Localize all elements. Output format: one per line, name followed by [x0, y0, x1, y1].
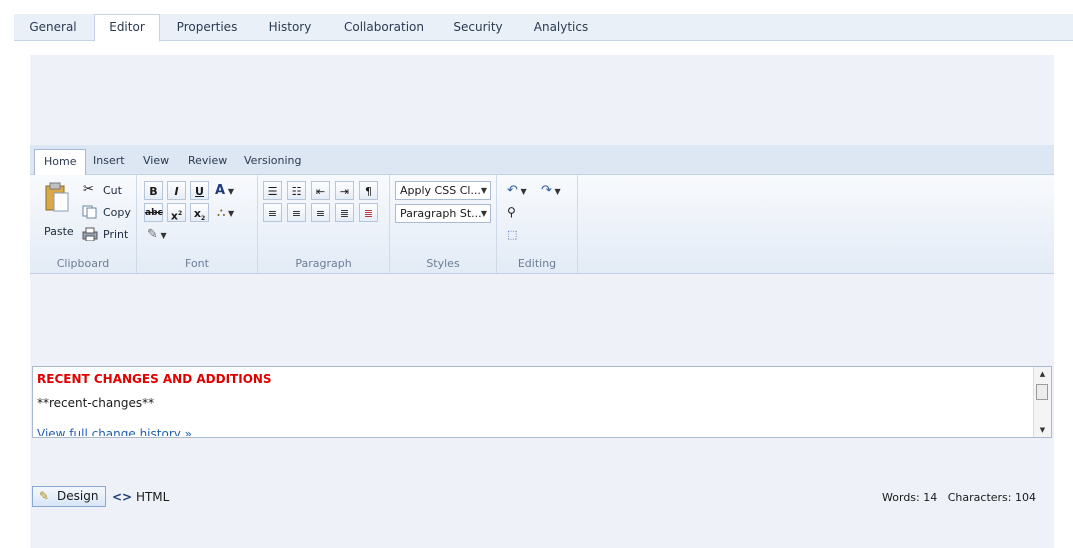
ribbon-tab-versioning[interactable]: Versioning	[235, 149, 310, 173]
change-history-link[interactable]: View full change history »	[37, 427, 192, 436]
pencil-icon: ✎	[39, 489, 50, 503]
clipboard-group-label: Clipboard	[56, 257, 110, 270]
align-left-icon[interactable]: ≡	[263, 203, 282, 222]
tab-properties[interactable]: Properties	[170, 14, 244, 40]
scroll-up-icon[interactable]: ▲	[1034, 367, 1051, 381]
word-count: Words: 14	[882, 491, 938, 504]
strikethrough-button[interactable]: abc	[144, 203, 163, 222]
word-count-status: Words: 14 Characters: 104	[882, 491, 1036, 504]
tab-history[interactable]: History	[260, 14, 320, 40]
cut-icon: ✂	[83, 182, 94, 197]
paragraph-group-label: Paragraph	[295, 257, 352, 270]
font-group-label: Font	[185, 257, 209, 270]
tab-analytics[interactable]: Analytics	[526, 14, 596, 40]
paste-button[interactable]: Paste	[44, 225, 74, 238]
html-mode-button[interactable]: <> HTML	[112, 488, 169, 506]
clipboard-group: Paste ✂ Cut Copy Print Clipboard	[30, 175, 137, 273]
paragraph-group: ☰ ☷ ⇤ ⇥ ¶ ≡ ≡ ≡ ≣ ≣ Paragraph	[258, 175, 390, 273]
align-right-icon[interactable]: ≡	[311, 203, 330, 222]
italic-button[interactable]: I	[167, 181, 186, 200]
editor-panel: Home Insert View Review Versioning Paste…	[30, 55, 1054, 548]
numbered-list-icon[interactable]: ☷	[287, 181, 306, 200]
chevron-down-icon: ▼	[480, 186, 487, 195]
highlight-icon[interactable]: ⛬ ▼	[217, 205, 234, 220]
clear-format-icon[interactable]: ≣	[359, 203, 378, 222]
character-count: Characters: 104	[947, 491, 1036, 504]
design-label: Design	[57, 489, 99, 503]
design-mode-button[interactable]: ✎ Design	[32, 486, 106, 507]
justify-icon[interactable]: ≣	[335, 203, 354, 222]
format-painter-icon[interactable]: ✎ ▼	[147, 227, 167, 242]
print-icon	[82, 227, 98, 244]
paragraph-style-value: Paragraph St...	[400, 207, 482, 220]
css-class-value: Apply CSS Cl...	[400, 184, 481, 197]
ribbon-tab-home[interactable]: Home	[34, 149, 87, 175]
copy-button[interactable]: Copy	[103, 206, 131, 219]
content-heading: RECENT CHANGES AND ADDITIONS	[37, 372, 272, 386]
ribbon-tab-view[interactable]: View	[134, 149, 178, 173]
print-button[interactable]: Print	[103, 228, 128, 241]
cut-button[interactable]: Cut	[103, 184, 122, 197]
indent-icon[interactable]: ⇥	[335, 181, 354, 200]
undo-icon[interactable]: ↶ ▼	[507, 183, 527, 198]
tab-security[interactable]: Security	[447, 14, 509, 40]
styles-group-label: Styles	[426, 257, 460, 270]
tab-general[interactable]: General	[19, 14, 87, 40]
paragraph-mark-icon[interactable]: ¶	[359, 181, 378, 200]
css-class-select[interactable]: Apply CSS Cl... ▼	[395, 181, 491, 200]
chevron-down-icon: ▼	[480, 209, 487, 218]
font-group: B I U A ▼ abc x2 x2 ⛬ ▼ ✎ ▼ Font	[137, 175, 258, 273]
superscript-button[interactable]: x2	[167, 203, 186, 223]
code-icon: <>	[112, 490, 133, 504]
scroll-thumb[interactable]	[1036, 384, 1048, 400]
tab-editor[interactable]: Editor	[94, 14, 160, 42]
bulleted-list-icon[interactable]: ☰	[263, 181, 282, 200]
tab-collaboration[interactable]: Collaboration	[336, 14, 432, 40]
align-center-icon[interactable]: ≡	[287, 203, 306, 222]
select-all-icon[interactable]: ⬚	[507, 228, 517, 241]
styles-group: Apply CSS Cl... ▼ Paragraph St... ▼ Styl…	[390, 175, 497, 273]
ribbon-tab-bar: Home Insert View Review Versioning	[30, 145, 1054, 175]
ribbon-tab-review[interactable]: Review	[179, 149, 236, 173]
paragraph-style-select[interactable]: Paragraph St... ▼	[395, 204, 491, 223]
redo-icon[interactable]: ↷ ▼	[541, 183, 561, 198]
find-icon[interactable]: ⚲	[507, 205, 516, 219]
top-tab-bar: General Editor Properties History Collab…	[14, 14, 1073, 42]
editing-group-label: Editing	[517, 257, 557, 270]
copy-icon	[82, 205, 98, 222]
underline-button[interactable]: U	[190, 181, 209, 200]
editing-group: ↶ ▼ ↷ ▼ ⚲ ⬚ Editing	[497, 175, 578, 273]
ribbon-body: Paste ✂ Cut Copy Print Clipboard B I U A…	[30, 175, 1054, 274]
vertical-scrollbar[interactable]: ▲ ▼	[1033, 367, 1051, 437]
outdent-icon[interactable]: ⇤	[311, 181, 330, 200]
scroll-down-icon[interactable]: ▼	[1034, 423, 1051, 437]
editor-content[interactable]: RECENT CHANGES AND ADDITIONS **recent-ch…	[32, 366, 1052, 438]
subscript-button[interactable]: x2	[190, 203, 209, 222]
paste-icon[interactable]	[44, 181, 70, 216]
ribbon-tab-insert[interactable]: Insert	[84, 149, 134, 173]
font-color-icon[interactable]: A ▼	[215, 183, 234, 198]
bold-button[interactable]: B	[144, 181, 163, 200]
content-paragraph: **recent-changes**	[37, 396, 155, 410]
html-label: HTML	[135, 490, 170, 504]
